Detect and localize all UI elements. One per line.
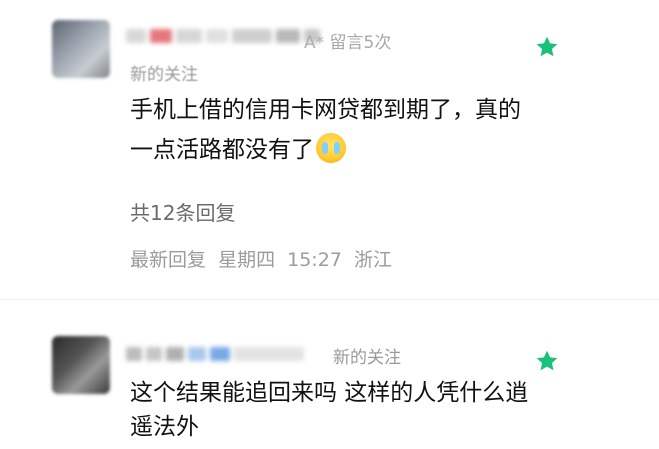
message-count: A* 留言5次	[304, 33, 392, 53]
comment-text: 手机上借的信用卡网贷都到期了，真的 一点活路都没有了	[130, 90, 521, 170]
latest-reply-time: 15:27	[287, 249, 342, 271]
comment-item[interactable]: 新的关注 这个结果能追回来吗 这样的人凭什么逍 遥法外	[0, 300, 659, 449]
comment-text-line: 遥法外	[130, 414, 199, 440]
comment-text-line: 这个结果能追回来吗 这样的人凭什么逍	[130, 380, 529, 406]
avatar[interactable]	[52, 20, 110, 78]
follow-label: 新的关注	[130, 65, 198, 85]
star-icon[interactable]	[534, 348, 560, 374]
replies-link[interactable]: 共12条回复	[130, 197, 235, 226]
latest-reply-info: 最新回复 星期四 15:27 浙江	[130, 245, 392, 272]
avatar[interactable]	[52, 336, 110, 394]
comment-item[interactable]: A* 留言5次 新的关注 手机上借的信用卡网贷都到期了，真的 一点活路都没有了 …	[0, 0, 659, 300]
comment-text: 这个结果能追回来吗 这样的人凭什么逍 遥法外	[130, 376, 528, 444]
star-icon[interactable]	[534, 34, 560, 60]
crying-face-icon	[316, 133, 346, 163]
latest-reply-day: 星期四	[218, 249, 276, 271]
comment-text-line: 手机上借的信用卡网贷都到期了，真的	[130, 97, 521, 123]
latest-reply-location: 浙江	[353, 249, 392, 271]
comment-text-line: 一点活路都没有了	[130, 130, 521, 170]
username-blurred[interactable]	[126, 344, 304, 364]
follow-label: 新的关注	[333, 348, 401, 368]
username-blurred[interactable]	[126, 26, 320, 46]
latest-reply-label: 最新回复	[130, 249, 207, 271]
